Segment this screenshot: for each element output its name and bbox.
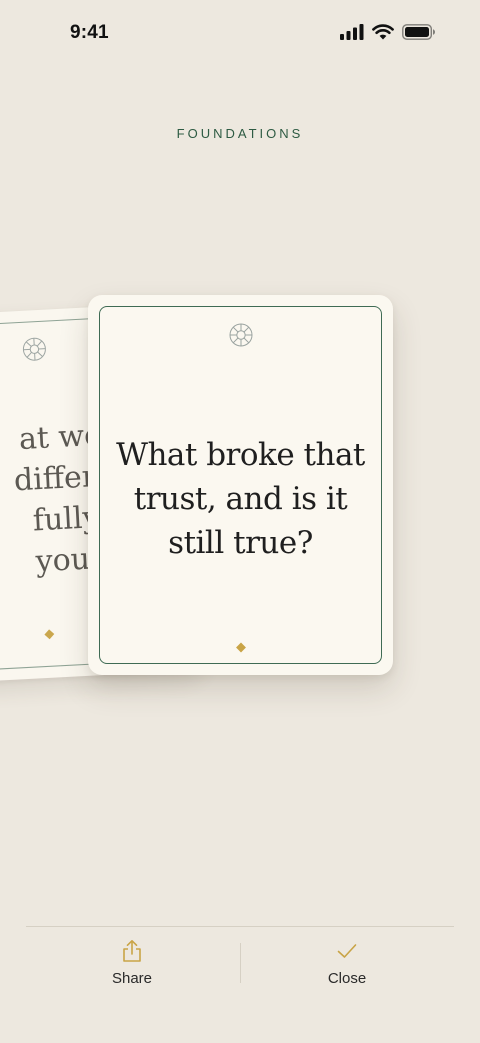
current-card-question: What broke that trust, and is it still t… [110,433,371,565]
current-card[interactable]: What broke that trust, and is it still t… [88,295,393,675]
status-time: 9:41 [70,22,109,43]
flower-emblem-icon [229,323,252,347]
wifi-icon [372,24,394,40]
share-button[interactable]: Share [52,939,212,1001]
question-line: still true? [168,525,313,561]
close-button[interactable]: Close [267,939,427,1001]
toolbar-separator [240,943,241,983]
screen: 9:41 FOUNDATIONS at woul differen fully … [0,0,480,1043]
status-bar: 9:41 [0,0,480,70]
close-label: Close [327,970,367,987]
signal-icon [340,24,364,40]
category-label: FOUNDATIONS [176,126,304,141]
bottom-toolbar: Share Close [0,927,480,1007]
checkmark-icon [337,944,357,958]
share-label: Share [111,970,153,987]
battery-icon [402,24,435,40]
question-line: trust, and is it [133,481,348,517]
question-line: What broke that [116,437,365,473]
share-icon [123,940,141,962]
status-icons [340,24,436,40]
flower-emblem-icon [22,337,46,361]
